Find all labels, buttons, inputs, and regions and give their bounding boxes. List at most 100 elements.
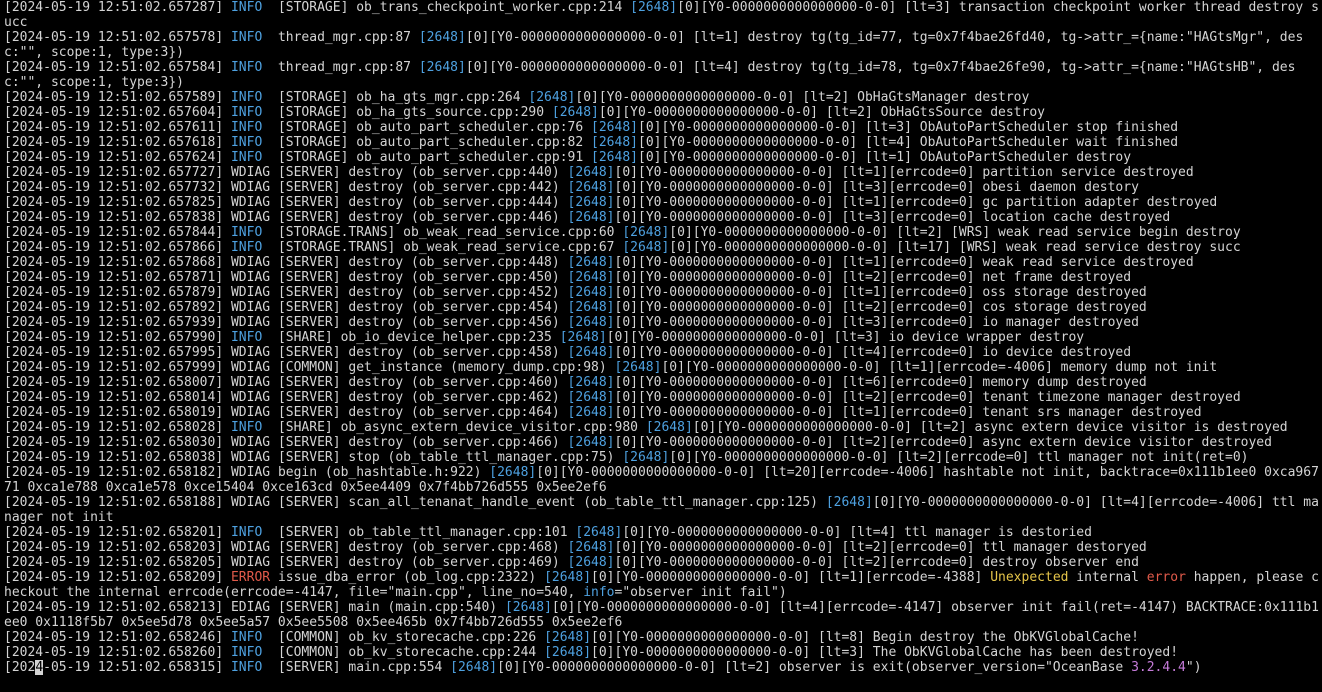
log-timestamp: [2024-05-19 12:51:02.657990] xyxy=(4,330,224,345)
log-source: thread_mgr.cpp:87 xyxy=(277,30,419,45)
log-thread-id: [2648] xyxy=(559,330,607,345)
log-thread-id: [2648] xyxy=(567,405,615,420)
log-message: [0][Y0-0000000000000000-0-0] [lt=3] io d… xyxy=(606,330,1085,345)
log-level: INFO xyxy=(230,225,263,240)
log-level: WDIAG xyxy=(230,495,271,510)
log-thread-id: [2648] xyxy=(551,105,599,120)
log-source: [STORAGE.TRANS] ob_weak_read_service.cpp… xyxy=(277,240,623,255)
log-message: [0][Y0-0000000000000000-0-0] [lt=2] obse… xyxy=(497,660,1132,675)
log-level: WDIAG xyxy=(230,210,271,225)
log-message: [0][Y0-0000000000000000-0-0] [lt=3][errc… xyxy=(614,315,1139,330)
log-message: [0][Y0-0000000000000000-0-0] [lt=4] ttl … xyxy=(622,525,1092,540)
log-message: [0][Y0-0000000000000000-0-0] [lt=1][errc… xyxy=(614,195,1218,210)
log-timestamp: [2024-05-19 12:51:02.657604] xyxy=(4,105,224,120)
log-timestamp: [2024-05-19 12:51:02.658205] xyxy=(4,555,224,570)
log-message: [0][Y0-0000000000000000-0-0] [lt=3] ObAu… xyxy=(638,120,1179,135)
log-source: [SERVER] stop (ob_table_ttl_manager.cpp:… xyxy=(277,450,623,465)
log-highlight-unexpected: Unexpected xyxy=(990,570,1069,585)
log-line: [2024-05-19 12:51:02.658188] WDIAG [SERV… xyxy=(4,495,1322,525)
log-source: [SERVER] main.cpp:554 xyxy=(277,660,451,675)
log-thread-id: [2648] xyxy=(567,555,615,570)
log-timestamp: [2024-05-19 12:51:02.658038] xyxy=(4,450,224,465)
log-thread-id: [2648] xyxy=(645,420,693,435)
log-source: [SERVER] destroy (ob_server.cpp:454) xyxy=(277,300,568,315)
log-line: [2024-05-19 12:51:02.657939] WDIAG [SERV… xyxy=(4,315,1322,330)
log-level: INFO xyxy=(230,105,263,120)
terminal-window[interactable]: [2024-05-19 12:51:02.657287] INFO [STORA… xyxy=(0,0,1322,692)
log-thread-id: [2648] xyxy=(450,660,498,675)
log-source: [SERVER] destroy (ob_server.cpp:462) xyxy=(277,390,568,405)
log-level: WDIAG xyxy=(230,390,271,405)
log-timestamp: [2024-05-19 12:51:02.657584] xyxy=(4,60,224,75)
log-source: [SERVER] destroy (ob_server.cpp:442) xyxy=(277,180,568,195)
log-timestamp: [2024-05-19 12:51:02.657879] xyxy=(4,285,224,300)
log-timestamp: [2024-05-19 12:51:02.657611] xyxy=(4,120,224,135)
log-level: WDIAG xyxy=(230,465,271,480)
log-timestamp: [2024-05-19 12:51:02.657871] xyxy=(4,270,224,285)
log-thread-id: [2648] xyxy=(544,570,592,585)
log-message: ="observer init fail") xyxy=(614,585,787,600)
log-line: [2024-05-19 12:51:02.657995] WDIAG [SERV… xyxy=(4,345,1322,360)
log-message: [0][Y0-0000000000000000-0-0] [lt=4] ObAu… xyxy=(638,135,1179,150)
log-thread-id: [2648] xyxy=(418,30,466,45)
log-timestamp: [2024-05-19 12:51:02.657892] xyxy=(4,300,224,315)
log-timestamp: [2024-05-19 12:51:02.658201] xyxy=(4,525,224,540)
log-level: WDIAG xyxy=(230,165,271,180)
log-line: [2024-05-19 12:51:02.658030] WDIAG [SERV… xyxy=(4,435,1322,450)
log-thread-id: [2648] xyxy=(614,360,662,375)
log-timestamp: [2024-05-19 12:51:02.658028] xyxy=(4,420,224,435)
log-line: [2024-05-19 12:51:02.658038] WDIAG [SERV… xyxy=(4,450,1322,465)
log-timestamp: [2024-05-19 12:51:02.657844] xyxy=(4,225,224,240)
log-source: [SERVER] destroy (ob_server.cpp:440) xyxy=(277,165,568,180)
log-level: WDIAG xyxy=(230,255,271,270)
log-message: [0][Y0-0000000000000000-0-0] [lt=1][errc… xyxy=(614,255,1194,270)
log-line: [2024-05-19 12:51:02.658246] INFO [COMMO… xyxy=(4,630,1322,645)
log-level: WDIAG xyxy=(230,195,271,210)
log-message: [0][Y0-0000000000000000-0-0] [lt=3][errc… xyxy=(614,180,1139,195)
log-thread-id: [2648] xyxy=(825,495,873,510)
log-message: [0][Y0-0000000000000000-0-0] [lt=2][errc… xyxy=(614,270,1132,285)
log-source: [SERVER] main (main.cpp:540) xyxy=(277,600,505,615)
log-line: [2024-05-19 12:51:02.657838] WDIAG [SERV… xyxy=(4,210,1322,225)
log-level: INFO xyxy=(230,525,263,540)
log-level: INFO xyxy=(230,330,263,345)
log-version: 3.2.4.4 xyxy=(1131,660,1186,675)
log-level: INFO xyxy=(230,150,263,165)
log-line: [2024-05-19 12:51:02.658205] WDIAG [SERV… xyxy=(4,555,1322,570)
log-timestamp: [2024-05-19 12:51:02.657999] xyxy=(4,360,224,375)
log-line: [2024-05-19 12:51:02.658209] ERROR issue… xyxy=(4,570,1322,600)
log-thread-id: [2648] xyxy=(567,210,615,225)
log-timestamp: [2024-05-19 12:51:02.657727] xyxy=(4,165,224,180)
log-timestamp: [2024-05-19 12:51:02.657868] xyxy=(4,255,224,270)
log-level: INFO xyxy=(230,660,263,675)
log-thread-id: [2648] xyxy=(591,120,638,135)
log-level: WDIAG xyxy=(230,300,271,315)
log-message: [0][Y0-0000000000000000-0-0] [lt=1][errc… xyxy=(591,570,991,585)
log-message: ") xyxy=(1185,660,1202,675)
log-message: [0][Y0-0000000000000000-0-0] [lt=2][errc… xyxy=(669,450,1249,465)
log-source: [SERVER] destroy (ob_server.cpp:468) xyxy=(277,540,568,555)
log-thread-id: [2648] xyxy=(567,180,615,195)
log-thread-id: [2648] xyxy=(591,150,638,165)
log-source: issue_dba_error (ob_log.cpp:2322) xyxy=(277,570,545,585)
log-source: [STORAGE.TRANS] ob_weak_read_service.cpp… xyxy=(277,225,623,240)
log-source: [SERVER] destroy (ob_server.cpp:448) xyxy=(277,255,568,270)
log-level: INFO xyxy=(230,60,263,75)
log-source: [SERVER] destroy (ob_server.cpp:452) xyxy=(277,285,568,300)
log-level: INFO xyxy=(230,135,263,150)
log-line: [2024-05-19 12:51:02.657879] WDIAG [SERV… xyxy=(4,285,1322,300)
log-thread-id: [2648] xyxy=(622,240,670,255)
log-line: [2024-05-19 12:51:02.657844] INFO [STORA… xyxy=(4,225,1322,240)
log-timestamp: [2024-05-19 12:51:02.658014] xyxy=(4,390,224,405)
log-thread-id: [2648] xyxy=(591,135,638,150)
log-thread-id: [2648] xyxy=(567,435,615,450)
log-line: [2024-05-19 12:51:02.657999] WDIAG [COMM… xyxy=(4,360,1322,375)
log-level: WDIAG xyxy=(230,345,271,360)
log-level: WDIAG xyxy=(230,555,271,570)
log-message: [0][Y0-0000000000000000-0-0] [lt=1][errc… xyxy=(614,405,1202,420)
log-timestamp: [2024-05-19 12:51:02.658019] xyxy=(4,405,224,420)
log-line: [2024-05-19 12:51:02.657866] INFO [STORA… xyxy=(4,240,1322,255)
log-thread-id: [2648] xyxy=(528,90,576,105)
log-level: INFO xyxy=(230,0,263,15)
log-line: [2024-05-19 12:51:02.658203] WDIAG [SERV… xyxy=(4,540,1322,555)
